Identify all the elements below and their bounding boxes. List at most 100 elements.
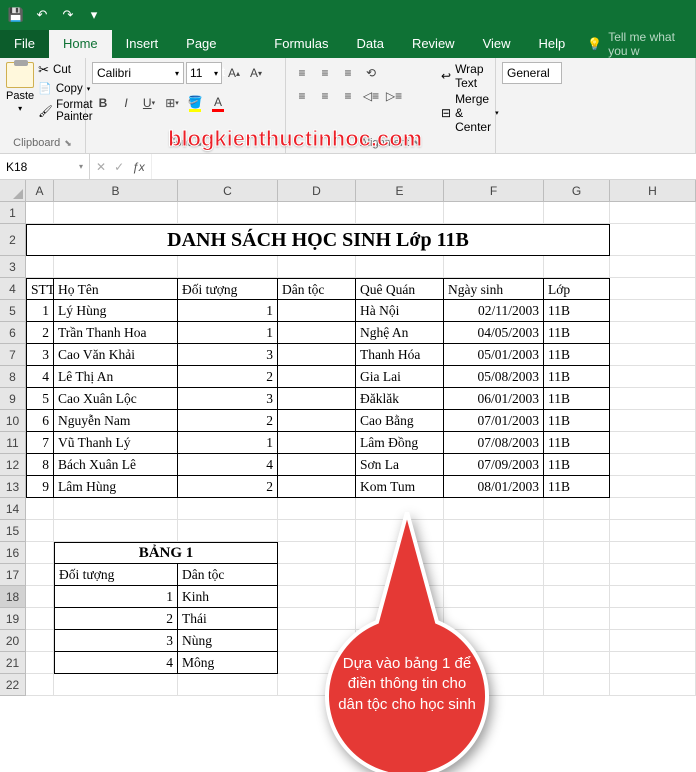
font-size-select[interactable]: 11▾ [186,62,222,84]
table-cell[interactable]: Nguyễn Nam [54,410,178,432]
table-cell[interactable]: Cao Văn Khải [54,344,178,366]
table-cell[interactable]: 2 [26,322,54,344]
row-header[interactable]: 21 [0,652,26,674]
align-left-icon[interactable]: ≡ [292,85,312,107]
row-header[interactable]: 19 [0,608,26,630]
underline-button[interactable]: U▾ [138,92,160,114]
table-cell[interactable]: Vũ Thanh Lý [54,432,178,454]
table-cell[interactable]: Cao Bằng [356,410,444,432]
dialog-launcher-icon[interactable]: ⬊ [64,138,72,149]
table-cell[interactable]: 1 [178,432,278,454]
row-header[interactable]: 20 [0,630,26,652]
table-cell[interactable]: 3 [26,344,54,366]
table-cell[interactable]: 2 [178,366,278,388]
increase-font-icon[interactable]: A▴ [224,62,244,84]
cut-button[interactable]: ✂Cut [38,62,92,78]
tab-file[interactable]: File [0,30,49,58]
borders-button[interactable]: ⊞▾ [161,92,183,114]
col-header[interactable]: F [444,180,544,201]
tell-me-search[interactable]: 💡 Tell me what you w [579,30,696,58]
table-cell[interactable]: 3 [178,344,278,366]
merge-center-button[interactable]: ⊟Merge & Center▾ [441,92,499,134]
wrap-text-button[interactable]: ↩Wrap Text [441,62,499,90]
table-cell[interactable]: 11B [544,322,610,344]
table-cell[interactable] [278,344,356,366]
undo-icon[interactable]: ↶ [30,3,54,27]
table-cell[interactable]: 1 [54,586,178,608]
col-header[interactable]: D [278,180,356,201]
table-cell[interactable]: Nghệ An [356,322,444,344]
table-cell[interactable]: 11B [544,344,610,366]
table-cell[interactable]: 5 [26,388,54,410]
fill-color-button[interactable]: 🪣 [184,92,206,114]
table-cell[interactable]: 3 [178,388,278,410]
fx-icon[interactable]: ƒx [132,160,145,174]
table-cell[interactable]: 4 [54,652,178,674]
table-cell[interactable]: 02/11/2003 [444,300,544,322]
table-cell[interactable]: 4 [26,366,54,388]
table-cell[interactable]: 1 [178,300,278,322]
row-header[interactable]: 22 [0,674,26,696]
table-cell[interactable]: 11B [544,432,610,454]
row-header[interactable]: 3 [0,256,26,278]
table-cell[interactable]: Kinh [178,586,278,608]
dialog-launcher-icon[interactable]: ⬊ [413,138,421,149]
table-cell[interactable] [278,366,356,388]
table-cell[interactable]: 2 [178,476,278,498]
table-cell[interactable]: 11B [544,388,610,410]
tab-insert[interactable]: Insert [112,30,173,58]
qat-customize-icon[interactable]: ▾ [82,3,106,27]
align-middle-icon[interactable]: ≡ [315,62,335,84]
table-cell[interactable]: 1 [178,322,278,344]
row-header[interactable]: 5 [0,300,26,322]
table-cell[interactable]: 11B [544,410,610,432]
table-cell[interactable]: 07/01/2003 [444,410,544,432]
table-cell[interactable]: Thanh Hóa [356,344,444,366]
align-bottom-icon[interactable]: ≡ [338,62,358,84]
italic-button[interactable]: I [115,92,137,114]
align-top-icon[interactable]: ≡ [292,62,312,84]
font-name-select[interactable]: Calibri▾ [92,62,184,84]
copy-button[interactable]: 📄Copy▾ [38,82,92,95]
cancel-icon[interactable]: ✕ [96,160,106,174]
table-cell[interactable]: 05/08/2003 [444,366,544,388]
save-icon[interactable]: 💾 [4,3,28,27]
table-cell[interactable]: Lâm Hùng [54,476,178,498]
row-header[interactable]: 18 [0,586,26,608]
paste-button[interactable]: Paste ▾ [6,62,34,113]
tab-review[interactable]: Review [398,30,469,58]
tab-page-layout[interactable]: Page Layout [172,30,260,58]
table-cell[interactable]: Kom Tum [356,476,444,498]
table-cell[interactable] [278,476,356,498]
format-painter-button[interactable]: 🖌Format Painter [38,99,92,123]
bold-button[interactable]: B [92,92,114,114]
row-header[interactable]: 12 [0,454,26,476]
formula-input[interactable] [152,154,696,179]
tab-formulas[interactable]: Formulas [260,30,342,58]
table-cell[interactable]: 6 [26,410,54,432]
tab-view[interactable]: View [469,30,525,58]
table-cell[interactable]: Lý Hùng [54,300,178,322]
table-cell[interactable] [278,454,356,476]
table-cell[interactable]: 3 [54,630,178,652]
row-header[interactable]: 4 [0,278,26,300]
table-cell[interactable]: Hà Nội [356,300,444,322]
table-cell[interactable]: 08/01/2003 [444,476,544,498]
table-cell[interactable]: Lâm Đồng [356,432,444,454]
table-cell[interactable]: Mông [178,652,278,674]
table-cell[interactable]: 06/01/2003 [444,388,544,410]
align-center-icon[interactable]: ≡ [315,85,335,107]
col-header[interactable]: G [544,180,610,201]
table-cell[interactable] [278,410,356,432]
increase-indent-icon[interactable]: ▷≡ [384,85,404,107]
table-cell[interactable]: 11B [544,454,610,476]
row-header[interactable]: 9 [0,388,26,410]
table-cell[interactable]: 1 [26,300,54,322]
row-header[interactable]: 7 [0,344,26,366]
table-cell[interactable] [278,432,356,454]
table-cell[interactable]: 9 [26,476,54,498]
row-header[interactable]: 17 [0,564,26,586]
tab-help[interactable]: Help [525,30,580,58]
table-cell[interactable]: 07/09/2003 [444,454,544,476]
tab-data[interactable]: Data [342,30,397,58]
